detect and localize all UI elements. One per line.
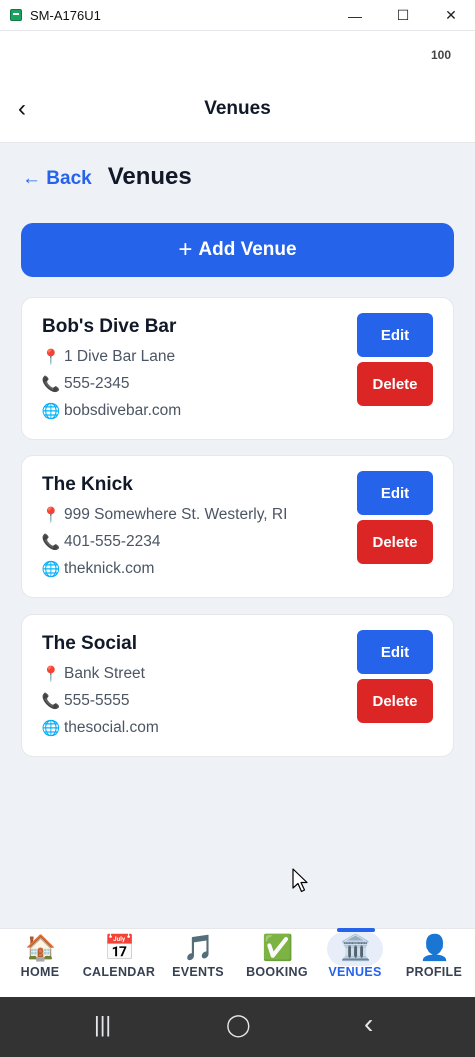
app-header: ‹ Venues [0, 79, 475, 143]
music-note-icon: 🎵 [183, 934, 215, 962]
nav-label: PROFILE [405, 965, 463, 979]
battery-level: 100 [430, 48, 451, 62]
venue-name: The Knick [42, 474, 133, 495]
header-title: Venues [204, 98, 271, 119]
venue-name: Bob's Dive Bar [42, 316, 177, 337]
globe-icon: 🌐 [41, 720, 61, 737]
delete-button[interactable]: Delete [357, 362, 433, 406]
nav-venues[interactable]: 🏛️ VENUES [315, 928, 395, 998]
venue-card: The Social 📍 Bank Street 📞 555-5555 🌐 theso… [21, 614, 454, 757]
nav-home[interactable]: 🏠 HOME [0, 929, 80, 998]
close-window-button[interactable]: ✕ [427, 0, 475, 31]
phone-icon: 📞 [41, 376, 61, 393]
calendar-icon: 📅 [104, 934, 136, 962]
venue-card: Bob's Dive Bar 📍 1 Dive Bar Lane 📞 555-234… [21, 297, 454, 440]
nav-label: BOOKING [246, 965, 308, 979]
system-navigation-bar: ||| ◯ ‹ [0, 997, 475, 1057]
edit-button[interactable]: Edit [357, 313, 433, 357]
page-header: ← Back Venues [22, 163, 192, 191]
venue-phone: 📞 555-5555 [41, 692, 130, 710]
close-icon: ✕ [445, 7, 457, 23]
nav-label: EVENTS [172, 965, 224, 979]
page-title: Venues [107, 163, 192, 190]
mouse-cursor-icon [292, 868, 308, 893]
nav-label: HOME [20, 965, 60, 979]
venue-phone: 📞 401-555-2234 [41, 533, 161, 551]
minimize-icon: — [348, 7, 362, 24]
app-icon [10, 9, 22, 21]
back-link[interactable]: ← Back [22, 168, 92, 190]
venue-address-text: Bank Street [64, 665, 145, 682]
venue-phone-text: 555-2345 [64, 375, 130, 392]
phone-icon: 📞 [41, 693, 61, 710]
nav-booking[interactable]: ✅ BOOKING [237, 929, 317, 998]
home-icon: 🏠 [25, 934, 57, 962]
classical-building-icon: 🏛️ [340, 934, 372, 962]
venue-address-text: 1 Dive Bar Lane [64, 348, 176, 365]
venue-website-text: bobsdivebar.com [64, 402, 182, 419]
pin-icon: 📍 [41, 507, 61, 524]
globe-icon: 🌐 [41, 403, 61, 420]
venue-phone: 📞 555-2345 [41, 375, 130, 393]
bottom-navigation: 🏠 HOME 📅 CALENDAR 🎵 EVENTS ✅ BOOKING 🏛️ … [0, 928, 475, 997]
globe-icon: 🌐 [41, 561, 61, 578]
recents-icon[interactable]: ||| [94, 1012, 111, 1038]
add-venue-button[interactable]: + Add Venue [21, 223, 454, 277]
edit-button[interactable]: Edit [357, 471, 433, 515]
venue-website: 🌐 theknick.com [41, 560, 155, 578]
venue-address: 📍 Bank Street [41, 665, 145, 683]
user-silhouette-icon: 👤 [419, 934, 451, 962]
venue-name: The Social [42, 633, 138, 654]
venue-website-text: theknick.com [64, 560, 155, 577]
maximize-button[interactable]: ☐ [379, 0, 427, 31]
window-titlebar: SM-A176U1 — ☐ ✕ [0, 0, 475, 31]
pin-icon: 📍 [41, 666, 61, 683]
venue-address: 📍 1 Dive Bar Lane [41, 348, 176, 366]
delete-button[interactable]: Delete [357, 679, 433, 723]
phone-icon: 📞 [41, 534, 61, 551]
edit-button[interactable]: Edit [357, 630, 433, 674]
home-circle-icon[interactable]: ◯ [226, 1012, 251, 1038]
venue-website-text: thesocial.com [64, 719, 159, 736]
status-bar: 100 [0, 31, 475, 79]
nav-calendar[interactable]: 📅 CALENDAR [79, 929, 159, 998]
maximize-icon: ☐ [396, 7, 410, 23]
venue-card: The Knick 📍 999 Somewhere St. Westerly, R… [21, 455, 454, 598]
nav-profile[interactable]: 👤 PROFILE [394, 929, 474, 998]
minimize-button[interactable]: — [331, 0, 379, 31]
venue-website: 🌐 bobsdivebar.com [41, 402, 182, 420]
delete-button[interactable]: Delete [357, 520, 433, 564]
plus-icon: + [178, 236, 193, 263]
venue-phone-text: 555-5555 [64, 692, 130, 709]
checkmark-icon: ✅ [262, 934, 294, 962]
nav-events[interactable]: 🎵 EVENTS [158, 929, 238, 998]
nav-label: CALENDAR [82, 965, 156, 979]
nav-label: VENUES [328, 965, 382, 979]
add-venue-label: Add Venue [198, 239, 297, 260]
venue-address-text: 999 Somewhere St. Westerly, RI [64, 506, 288, 523]
pin-icon: 📍 [41, 349, 61, 366]
venue-phone-text: 401-555-2234 [64, 533, 161, 550]
venue-website: 🌐 thesocial.com [41, 719, 159, 737]
window-title: SM-A176U1 [30, 7, 101, 23]
system-back-icon[interactable]: ‹ [364, 1008, 373, 1040]
venue-address: 📍 999 Somewhere St. Westerly, RI [41, 506, 288, 524]
